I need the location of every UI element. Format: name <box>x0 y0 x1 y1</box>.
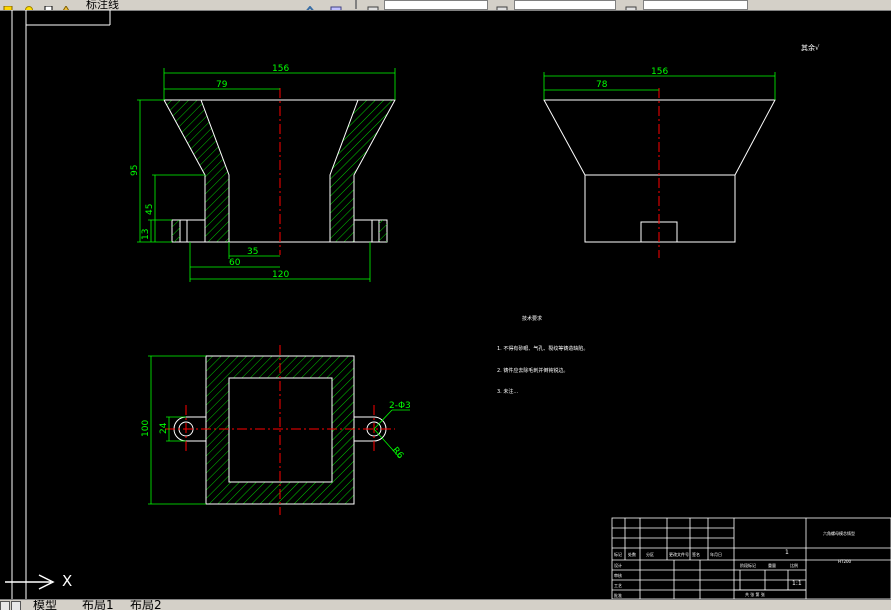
dim-text: 95 <box>130 165 140 176</box>
tech-item: 3. 未注... <box>497 388 519 395</box>
title-block: 标记 处数 分区 更改文件号 签名 年月日 设计 审核 工艺 批准 阶段标记 重… <box>611 517 891 599</box>
side-view: 156 78 <box>543 67 776 258</box>
dim-text: 156 <box>651 67 668 77</box>
dim-text: 45 <box>145 204 155 215</box>
dim-text: R6 <box>390 446 406 462</box>
linetype-dropdown[interactable] <box>514 0 616 10</box>
dim-text: 156 <box>272 64 289 74</box>
tb-row-label: 签名 <box>692 551 700 557</box>
lineweight-icon[interactable] <box>624 0 638 10</box>
dim-text: 78 <box>596 80 608 90</box>
sun-icon[interactable] <box>24 0 34 10</box>
lineweight-dropdown[interactable] <box>643 0 748 10</box>
color-control-icon[interactable] <box>366 0 380 10</box>
layer-state-icon[interactable] <box>3 0 13 10</box>
dim-text: 35 <box>247 247 258 257</box>
drawing-frame <box>11 10 111 599</box>
tb-stage-label: 阶段标记 <box>740 562 756 568</box>
dim-text: 13 <box>141 229 151 240</box>
tb-drawing-name: 六角螺母模芯铸型 <box>823 530 855 536</box>
tb-side-label: 设计 <box>614 562 622 568</box>
tb-row-label: 标记 <box>614 551 622 557</box>
layer-previous-icon[interactable] <box>303 0 317 10</box>
ucs-x-label: X <box>62 572 73 590</box>
drawing-canvas[interactable]: 156 79 95 45 13 35 60 120 156 78 100 24 … <box>0 10 891 599</box>
tb-row-label: 分区 <box>646 551 654 557</box>
tech-item: 2. 铸件应去除毛刺并倒钝锐边。 <box>497 367 568 374</box>
tb-sheet-label: 共 张 第 张 <box>745 591 765 597</box>
tb-row-label: 更改文件号 <box>669 551 689 557</box>
tb-qty: 1 <box>785 549 789 556</box>
dim-text: 2-Φ3 <box>389 401 411 411</box>
dim-text: 60 <box>229 258 241 268</box>
tab-model[interactable]: 模型 <box>33 600 57 610</box>
match-layer-icon[interactable] <box>60 0 72 10</box>
tb-weight-label: 重量 <box>768 562 776 568</box>
toolbar-separator <box>355 0 357 9</box>
ucs-icon <box>5 574 55 590</box>
properties-icon[interactable] <box>329 0 343 10</box>
tech-title: 技术要求 <box>522 315 542 322</box>
tech-item: 1. 不得有砂眼、气孔、裂纹等铸造缺陷。 <box>497 345 588 352</box>
tab-layout2[interactable]: 布局2 <box>130 600 162 610</box>
tb-side-label: 审核 <box>614 572 622 578</box>
tb-row-label: 处数 <box>628 551 636 557</box>
color-dropdown[interactable] <box>384 0 488 10</box>
dim-text: 120 <box>272 270 289 280</box>
tab-layout1[interactable]: 布局1 <box>82 600 114 610</box>
tb-side-label: 批准 <box>614 592 622 598</box>
tb-side-label: 工艺 <box>614 583 622 588</box>
layout-tabs: 模型 布局1 布局2 <box>0 599 891 610</box>
tb-scale: 1:1 <box>792 580 802 587</box>
tb-row-label: 年月日 <box>710 551 722 557</box>
dim-text: 79 <box>216 80 228 90</box>
layer-color-icon[interactable] <box>44 0 53 10</box>
dim-text: 100 <box>141 420 151 437</box>
tb-scale-label: 比例 <box>790 562 798 568</box>
top-view: 100 24 2-Φ3 R6 <box>141 345 411 515</box>
front-section-view: 156 79 95 45 13 35 60 120 <box>130 64 396 282</box>
tb-material: HT200 <box>838 559 852 564</box>
roughness-note: 其余√ <box>801 43 820 52</box>
dim-text: 24 <box>159 422 169 434</box>
linetype-icon[interactable] <box>495 0 509 10</box>
tech-requirements: 技术要求 1. 不得有砂眼、气孔、裂纹等铸造缺陷。 2. 铸件应去除毛刺并倒钝锐… <box>497 315 588 395</box>
layer-dropdown[interactable] <box>150 0 295 8</box>
